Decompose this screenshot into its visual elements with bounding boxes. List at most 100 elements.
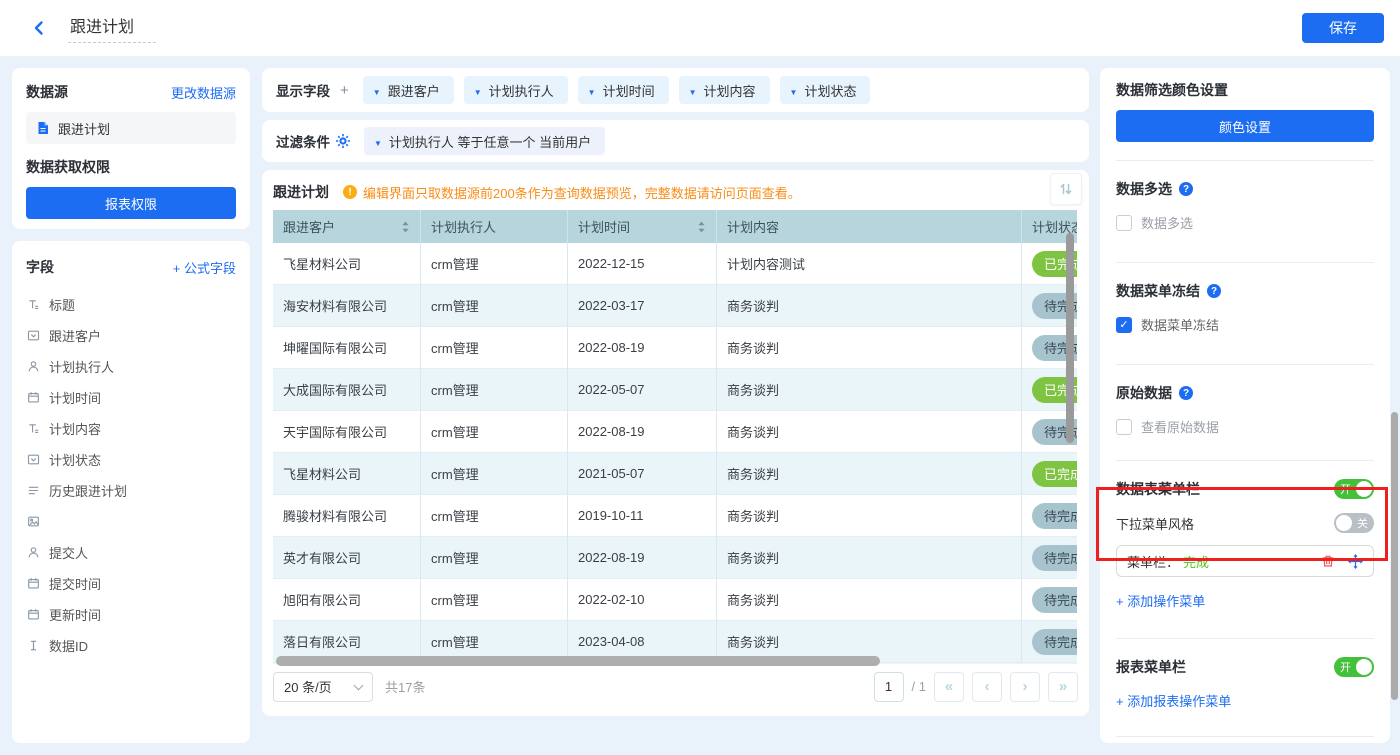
status-badge: 待完成 xyxy=(1032,502,1077,529)
field-item-plan-status[interactable]: 计划状态 xyxy=(26,444,236,475)
field-item-plan-content[interactable]: 计划内容 xyxy=(26,413,236,444)
table-sort-button[interactable] xyxy=(1050,173,1082,205)
prev-page-button[interactable] xyxy=(972,671,1002,702)
page-size-select[interactable]: 20 条/页 xyxy=(273,671,373,702)
table-row[interactable]: 海安材料有限公司crm管理2022-03-17商务谈判待完成 xyxy=(273,285,1077,327)
field-item-update-time[interactable]: 更新时间 xyxy=(26,599,236,630)
checkbox-unchecked[interactable] xyxy=(1116,418,1132,435)
help-icon[interactable] xyxy=(1179,182,1193,196)
chip-plan-status[interactable]: 计划状态 xyxy=(779,76,871,104)
chevron-down-icon xyxy=(790,83,798,98)
datasource-panel: 数据源 更改数据源 跟进计划 数据获取权限 报表权限 xyxy=(12,68,250,229)
field-list: 标题 跟进客户 计划执行人 计划时间 计划内容 计划状态 历史跟进计划 提交人 … xyxy=(26,289,236,661)
field-item-submitter[interactable]: 提交人 xyxy=(26,537,236,568)
field-item-history[interactable]: 历史跟进计划 xyxy=(26,475,236,506)
display-field-chips: 跟进客户 计划执行人 计划时间 计划内容 计划状态 xyxy=(362,76,871,104)
filter-condition-chip[interactable]: 计划执行人 等于任意一个 当前用户 xyxy=(364,127,606,155)
image-icon xyxy=(26,515,40,528)
sort-arrows-icon[interactable] xyxy=(401,221,410,233)
chip-plan-content[interactable]: 计划内容 xyxy=(678,76,770,104)
chevron-down-icon xyxy=(588,83,596,98)
preview-warning: 编辑界面只取数据源前200条作为查询数据预览，完整数据请访问页面查看。 xyxy=(343,183,801,202)
add-action-menu-link[interactable]: + 添加操作菜单 xyxy=(1116,591,1374,610)
table-row[interactable]: 英才有限公司 crm管理 2022-08-19 商务谈判 待完成 xyxy=(273,537,1077,579)
table-horizontal-scrollbar[interactable] xyxy=(276,656,880,666)
calendar-icon xyxy=(26,608,40,621)
chip-customer[interactable]: 跟进客户 xyxy=(362,76,454,104)
filter-panel: 过滤条件 计划执行人 等于任意一个 当前用户 xyxy=(262,120,1089,162)
chip-plan-time[interactable]: 计划时间 xyxy=(577,76,669,104)
field-item-customer[interactable]: 跟进客户 xyxy=(26,320,236,351)
table-row[interactable]: 飞星材料公司 crm管理 2021-05-07 商务谈判 已完成 xyxy=(273,453,1077,495)
id-icon xyxy=(26,639,40,652)
color-settings-button[interactable]: 颜色设置 xyxy=(1116,110,1374,142)
divider xyxy=(1116,262,1374,263)
table-row[interactable]: 旭阳有限公司 crm管理 2022-02-10 商务谈判 待完成 xyxy=(273,579,1077,621)
menu-freeze-title: 数据菜单冻结 xyxy=(1116,281,1374,301)
table-vertical-scrollbar[interactable] xyxy=(1066,233,1074,443)
warning-icon xyxy=(343,185,357,199)
field-item-submit-time[interactable]: 提交时间 xyxy=(26,568,236,599)
trash-icon[interactable] xyxy=(1321,554,1335,568)
table-row[interactable]: 腾骏材料有限公司 crm管理 2019-10-11 商务谈判 待完成 xyxy=(273,495,1077,537)
first-page-button[interactable] xyxy=(934,671,964,702)
dropdown-style-row: 下拉菜单风格 关 xyxy=(1116,513,1374,533)
add-report-action-link[interactable]: + 添加报表操作菜单 xyxy=(1116,691,1374,710)
raw-data-checkbox-row[interactable]: 查看原始数据 xyxy=(1116,417,1374,436)
total-count: 共17条 xyxy=(385,680,426,695)
table-header-row: 跟进客户 计划执行人 计划时间 计划内容 计划状态 xyxy=(273,210,1077,243)
data-preview-panel: 跟进计划 编辑界面只取数据源前200条作为查询数据预览，完整数据请访问页面查看。… xyxy=(262,170,1089,716)
table-menubar-toggle[interactable]: 开 xyxy=(1334,479,1374,499)
field-item-title[interactable]: 标题 xyxy=(26,289,236,320)
add-display-field-button[interactable]: + xyxy=(340,82,349,99)
fields-title: 字段 xyxy=(26,259,54,275)
page-total-label: / 1 xyxy=(911,679,926,694)
field-item-image[interactable] xyxy=(26,506,236,537)
page-number-input[interactable]: 1 xyxy=(873,671,904,702)
field-item-executor[interactable]: 计划执行人 xyxy=(26,351,236,382)
column-header-plan-time[interactable]: 计划时间 xyxy=(568,210,717,243)
save-button[interactable]: 保存 xyxy=(1302,13,1384,43)
field-item-plan-time[interactable]: 计划时间 xyxy=(26,382,236,413)
help-icon[interactable] xyxy=(1207,284,1221,298)
table-row[interactable]: 坤曜国际有限公司crm管理2022-08-19商务谈判待完成 xyxy=(273,327,1077,369)
datasource-item[interactable]: 跟进计划 xyxy=(26,112,236,144)
checkbox-checked[interactable] xyxy=(1116,316,1132,333)
back-icon[interactable] xyxy=(26,15,52,41)
field-item-data-id[interactable]: 数据ID xyxy=(26,630,236,661)
table-row[interactable]: 飞星材料公司crm管理2022-12-15计划内容测试已完成 xyxy=(273,243,1077,285)
chip-executor[interactable]: 计划执行人 xyxy=(463,76,568,104)
column-header-customer[interactable]: 跟进客户 xyxy=(273,210,421,243)
column-header-executor[interactable]: 计划执行人 xyxy=(421,210,568,243)
table-row[interactable]: 大成国际有限公司crm管理2022-05-07商务谈判已完成 xyxy=(273,369,1077,411)
chevron-down-icon xyxy=(373,83,381,98)
calendar-icon xyxy=(26,577,40,590)
report-menubar-title: 报表菜单栏 xyxy=(1116,659,1186,675)
window-scrollbar[interactable] xyxy=(1391,412,1398,700)
dropdown-style-toggle[interactable]: 关 xyxy=(1334,513,1374,533)
column-header-plan-content[interactable]: 计划内容 xyxy=(717,210,1022,243)
display-fields-panel: 显示字段 + 跟进客户 计划执行人 计划时间 计划内容 计划状态 xyxy=(262,68,1089,112)
menu-item-row[interactable]: 菜单栏： 完成 xyxy=(1116,545,1374,577)
add-formula-field-link[interactable]: + 公式字段 xyxy=(173,258,236,277)
multi-select-checkbox-row[interactable]: 数据多选 xyxy=(1116,213,1374,232)
gear-icon[interactable] xyxy=(336,134,350,148)
next-page-button[interactable] xyxy=(1010,671,1040,702)
toggle-knob xyxy=(1356,481,1372,497)
sort-arrows-icon[interactable] xyxy=(697,221,706,233)
page-title[interactable]: 跟进计划 xyxy=(68,13,157,43)
checkbox-unchecked[interactable] xyxy=(1116,214,1132,231)
move-icon[interactable] xyxy=(1348,553,1363,569)
report-menubar-row: 报表菜单栏 开 xyxy=(1116,657,1374,677)
pagination-bar: 20 条/页 共17条 1 / 1 xyxy=(273,663,1078,707)
change-datasource-link[interactable]: 更改数据源 xyxy=(171,83,236,102)
table-row[interactable]: 天宇国际有限公司crm管理2022-08-19商务谈判待完成 xyxy=(273,411,1077,453)
calendar-icon xyxy=(26,391,40,404)
report-menubar-toggle[interactable]: 开 xyxy=(1334,657,1374,677)
menu-freeze-checkbox-row[interactable]: 数据菜单冻结 xyxy=(1116,315,1374,334)
report-permission-button[interactable]: 报表权限 xyxy=(26,187,236,219)
top-bar: 跟进计划 保存 xyxy=(0,0,1400,56)
menu-item-value[interactable]: 完成 xyxy=(1183,552,1209,571)
last-page-button[interactable] xyxy=(1048,671,1078,702)
help-icon[interactable] xyxy=(1179,386,1193,400)
